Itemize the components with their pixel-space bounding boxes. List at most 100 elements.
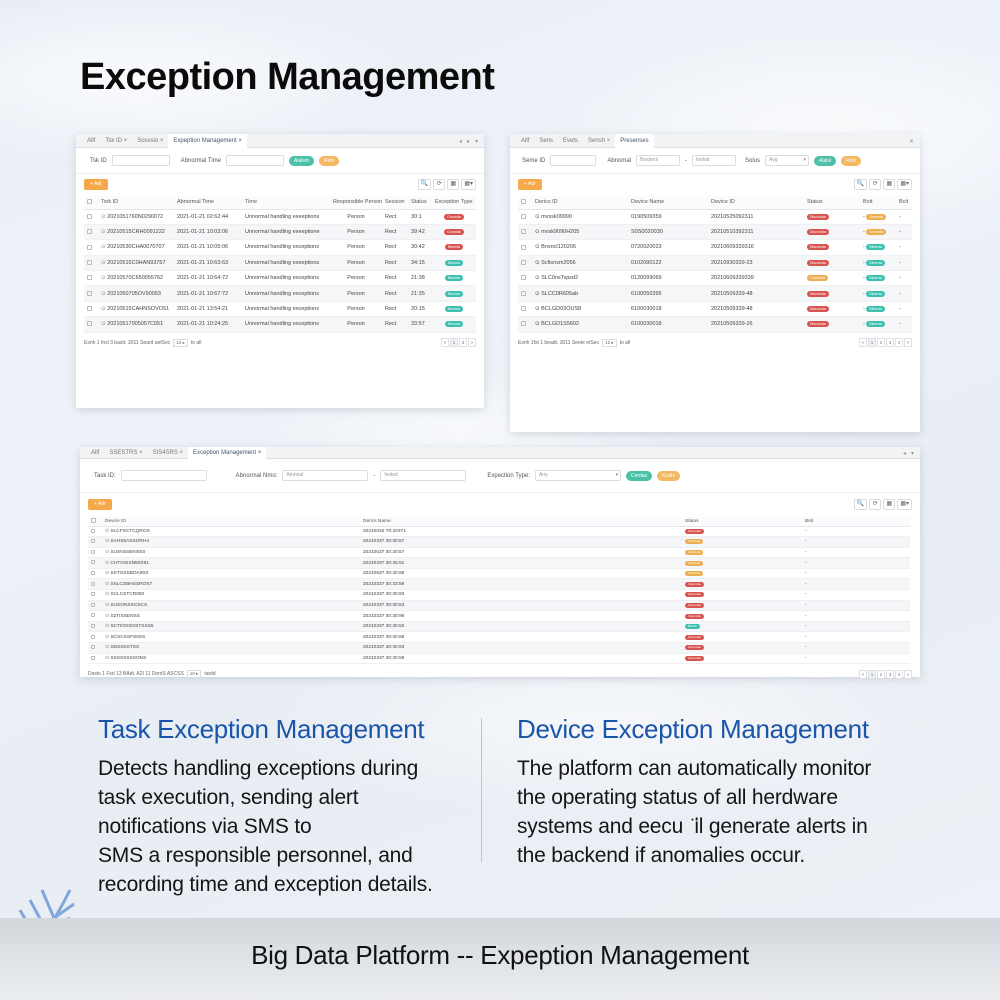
checkbox[interactable]: [521, 290, 526, 296]
tab-menu-icon[interactable]: ▾: [475, 138, 478, 145]
row-checkbox[interactable]: [88, 557, 102, 569]
grid-view-icon[interactable]: ▦: [447, 179, 460, 190]
row-checkbox[interactable]: [88, 653, 102, 665]
grid-view-icon[interactable]: ▦: [883, 499, 896, 510]
row-checkbox[interactable]: [84, 239, 98, 256]
checkbox[interactable]: [87, 244, 92, 250]
checkbox[interactable]: [91, 539, 95, 544]
checkbox[interactable]: [521, 321, 526, 327]
column-header[interactable]: Session: [382, 196, 408, 210]
device-id-input[interactable]: [550, 155, 597, 166]
checkbox[interactable]: [87, 213, 92, 219]
refresh-icon[interactable]: ⟳: [869, 179, 882, 190]
columns-menu-icon[interactable]: ▦▾: [897, 179, 912, 190]
page-button[interactable]: 2: [877, 670, 885, 680]
close-icon[interactable]: ✕: [909, 138, 914, 145]
checkbox[interactable]: [521, 244, 526, 250]
page-size-select[interactable]: 10 ▸: [186, 670, 202, 679]
checkbox[interactable]: [91, 549, 95, 554]
end-date-input[interactable]: Iestsd: [380, 470, 467, 481]
table-row[interactable]: ⊙ 20210530CHA0070707 2021-01-21 10:05:06 U…: [84, 239, 476, 256]
tab-session[interactable]: Sosxsio ×: [132, 134, 168, 148]
abnormal-time-input[interactable]: [226, 155, 285, 166]
page-size-select[interactable]: 12 ▸: [173, 338, 188, 347]
checkbox[interactable]: [91, 624, 95, 628]
header-checkbox[interactable]: [518, 196, 532, 210]
column-header[interactable]: Abnormal Time: [174, 196, 242, 210]
column-header[interactable]: Bcit: [896, 196, 912, 210]
checkbox[interactable]: [87, 321, 92, 327]
page-button[interactable]: 1: [868, 337, 876, 347]
row-checkbox[interactable]: [518, 209, 532, 225]
checkbox[interactable]: [521, 306, 526, 312]
tab-task-id[interactable]: Tsk ID ×: [100, 134, 132, 148]
tab-scroll-right-icon[interactable]: ▸: [467, 138, 470, 145]
grid-view-icon[interactable]: ▦: [883, 179, 896, 190]
checkbox[interactable]: [91, 560, 95, 565]
checkbox[interactable]: [91, 571, 95, 576]
reset-button[interactable]: Rsts: [841, 155, 861, 166]
checkbox[interactable]: [521, 213, 526, 219]
page-size-select[interactable]: 12 ▸: [602, 338, 617, 347]
table-row[interactable]: ⊙ SLCC0R605ab 6100050395 20210509339-48 Dis…: [518, 285, 912, 302]
table-row[interactable]: ⊙ 20210515CAHNSOVO51 2021-01-21 13:54:21 U…: [84, 301, 476, 318]
search-button[interactable]: Cerdas: [625, 470, 653, 481]
checkbox[interactable]: [91, 581, 95, 586]
table-row[interactable]: ⊙ 20210570C650055762 2021-01-21 10:64:72 U…: [84, 270, 476, 287]
checkbox[interactable]: [521, 259, 526, 265]
table-row[interactable]: ⊙ SLC0nsTspsd2 0120099069 20210609339339 Ou…: [518, 270, 912, 287]
table-row[interactable]: ⊙ Bnsncl120206 0720020023 20210609339316 Di…: [518, 239, 912, 256]
checkbox[interactable]: [91, 634, 95, 639]
table-row[interactable]: ⊙ SSTOSSBOA90S 20210637 30:30:95 Oblmnda -: [88, 568, 910, 580]
checkbox[interactable]: [87, 290, 92, 296]
search-button[interactable]: Alalsm: [289, 155, 315, 166]
tab-menu-icon[interactable]: ▾: [911, 450, 914, 457]
checkbox[interactable]: [91, 528, 95, 533]
row-checkbox[interactable]: [84, 209, 98, 225]
row-checkbox[interactable]: [518, 255, 532, 272]
reset-button[interactable]: Rsts: [319, 155, 340, 166]
row-checkbox[interactable]: [84, 301, 98, 318]
table-row[interactable]: ⊙ SSSSSSSSONS 20210337 30:30:59 Ouscmda -: [88, 653, 910, 665]
page-button[interactable]: 4: [895, 670, 903, 680]
task-id-input[interactable]: [120, 470, 207, 481]
column-header[interactable]: Tsrk ID: [98, 196, 174, 210]
task-id-input[interactable]: [111, 155, 170, 166]
search-icon[interactable]: 🔍: [417, 179, 432, 190]
page-button[interactable]: 3: [886, 670, 894, 680]
checkbox[interactable]: [91, 613, 95, 618]
search-button[interactable]: Alalsl: [814, 155, 836, 166]
column-header[interactable]: Exception Type: [432, 196, 476, 210]
table-row[interactable]: ⊙ BCLGD1S5602 6100030018 20210509339-26 Dis…: [518, 316, 912, 333]
search-icon[interactable]: 🔍: [853, 179, 868, 190]
checkbox[interactable]: [87, 259, 92, 265]
table-row[interactable]: ⊙ SAHS5ASSORH4 20210337 30:30:57 Oblmnda -: [88, 536, 910, 548]
checkbox[interactable]: [87, 306, 92, 312]
table-row[interactable]: ⊙ SDSSSSTSS 20210337 30:30:93 Ouscmda -: [88, 642, 910, 654]
table-row[interactable]: ⊙ CHTOSISN50S91 20210337 30:35:51 Oblmnda -: [88, 557, 910, 569]
checkbox[interactable]: [91, 602, 95, 607]
checkbox[interactable]: [87, 229, 92, 235]
tab-all[interactable]: Allf: [516, 134, 534, 148]
end-date-input[interactable]: Iestsd: [692, 155, 737, 166]
table-row[interactable]: ⊙ 2021050705OV90063 2021-01-21 10:67:72 Un…: [84, 285, 476, 302]
row-checkbox[interactable]: [88, 600, 102, 612]
table-row[interactable]: ⊙ SLCFSCTCQROS 20210032 T0:20371 Ouscmda -: [88, 526, 910, 538]
column-header[interactable]: Derics Name: [360, 517, 682, 527]
table-row[interactable]: ⊙ SUSNSSEN0S0 20210037 30:30:57 Oblmnda -: [88, 547, 910, 559]
tab-search[interactable]: Sensh ×: [583, 134, 615, 148]
add-button[interactable]: + Adr: [518, 179, 542, 190]
status-select[interactable]: Avg: [765, 155, 810, 166]
start-date-input[interactable]: Besbeol: [636, 155, 681, 166]
row-checkbox[interactable]: [84, 255, 98, 272]
columns-menu-icon[interactable]: ▦▾: [897, 499, 912, 510]
tab-exception-management[interactable]: Exception Management ×: [188, 446, 267, 459]
row-checkbox[interactable]: [84, 270, 98, 287]
table-row[interactable]: ⊙ 20210515C0HAN93757 2021-01-21 10:63:63 U…: [84, 255, 476, 272]
table-row[interactable]: ⊙ 20210517005057C051 2021-01-21 10:24:25 U…: [84, 316, 476, 333]
row-checkbox[interactable]: [88, 536, 102, 548]
row-checkbox[interactable]: [518, 224, 532, 241]
row-checkbox[interactable]: [88, 568, 102, 580]
column-header[interactable]: Derics ID: [532, 196, 628, 210]
page-next-button[interactable]: >: [904, 670, 912, 680]
